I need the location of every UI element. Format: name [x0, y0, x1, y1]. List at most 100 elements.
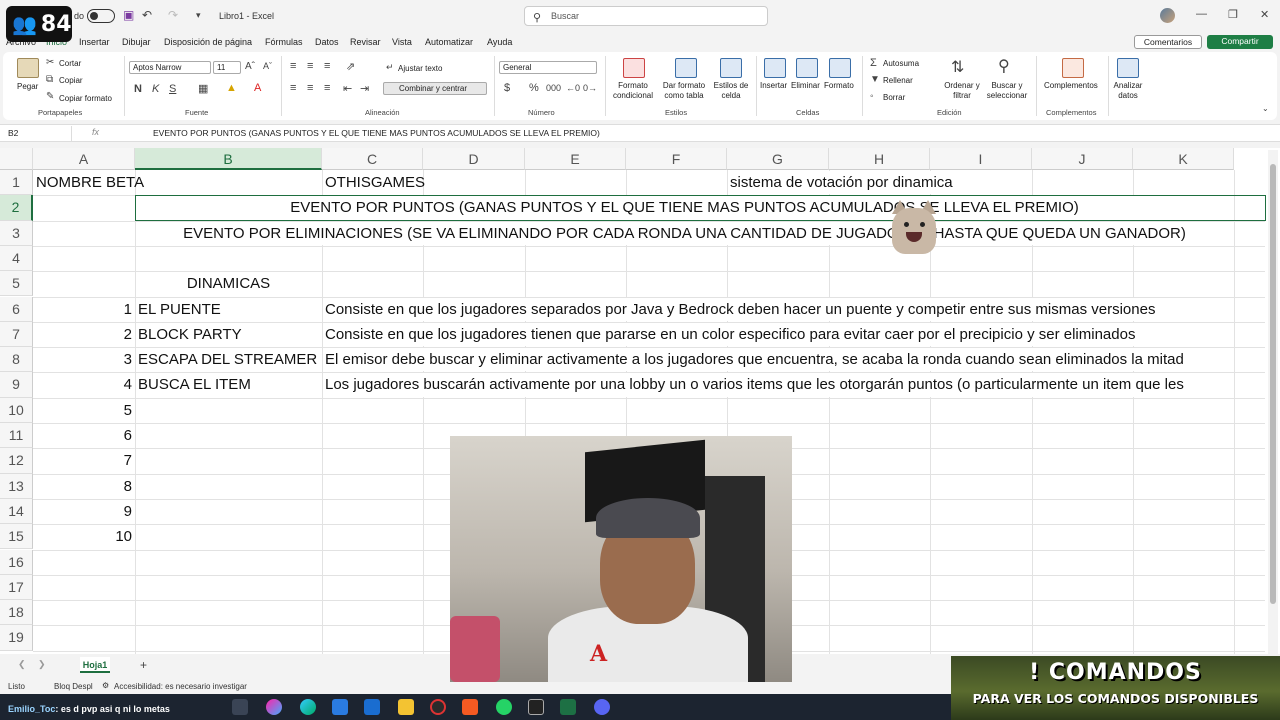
function-icon[interactable]: fx: [92, 127, 99, 137]
insert-cells-button[interactable]: Insertar: [760, 81, 787, 90]
cell-b6[interactable]: EL PUENTE: [138, 297, 221, 322]
align-bottom-icon[interactable]: ≡: [324, 60, 330, 72]
insert-cells-icon[interactable]: [764, 58, 786, 78]
store-icon[interactable]: [332, 699, 348, 715]
row-header-11[interactable]: 11: [0, 423, 33, 449]
tab-vista[interactable]: Vista: [392, 37, 412, 47]
formula-input[interactable]: EVENTO POR PUNTOS (GANAS PUNTOS Y EL QUE…: [153, 128, 600, 138]
cell-c7[interactable]: Consiste en que los jugadores tienen que…: [325, 322, 1266, 347]
row-header-5[interactable]: 5: [0, 271, 33, 297]
column-header-i[interactable]: I: [930, 148, 1032, 170]
cell-a13[interactable]: 8: [33, 474, 132, 499]
scrollbar-thumb[interactable]: [1270, 164, 1276, 604]
cell-b5[interactable]: DINAMICAS: [135, 271, 322, 296]
tab-insertar[interactable]: Insertar: [79, 37, 110, 47]
cell-c8[interactable]: El emisor debe buscar y eliminar activam…: [325, 347, 1266, 372]
save-icon[interactable]: ▣: [123, 8, 134, 22]
maximize-icon[interactable]: ❐: [1228, 8, 1238, 21]
redo-icon[interactable]: ↷: [168, 8, 178, 22]
fill-color-icon[interactable]: ▲: [226, 82, 237, 94]
decrease-indent-icon[interactable]: ⇤: [343, 82, 352, 95]
paste-icon[interactable]: [17, 58, 39, 78]
cell-c1[interactable]: OTHISGAMES: [325, 170, 425, 195]
avatar[interactable]: [1160, 8, 1175, 23]
cell-b7[interactable]: BLOCK PARTY: [138, 322, 242, 347]
prev-sheet-icon[interactable]: ❮: [18, 659, 26, 670]
delete-cells-icon[interactable]: [796, 58, 818, 78]
cell-a14[interactable]: 9: [33, 499, 132, 524]
whatsapp-icon[interactable]: [496, 699, 512, 715]
percent-icon[interactable]: %: [529, 82, 539, 94]
tab-formulas[interactable]: Fórmulas: [265, 37, 303, 47]
add-sheet-icon[interactable]: +: [140, 658, 147, 672]
analyze-data-button[interactable]: Analizar datos: [1112, 81, 1144, 101]
excel-taskbar-icon[interactable]: [560, 699, 576, 715]
underline-icon[interactable]: S: [169, 83, 176, 95]
row-header-1[interactable]: 1: [0, 170, 33, 196]
row-header-7[interactable]: 7: [0, 321, 33, 348]
column-header-c[interactable]: C: [322, 148, 423, 170]
row-header-15[interactable]: 15: [0, 524, 33, 550]
cell-styles-button[interactable]: Estilos de celda: [712, 81, 750, 101]
row-header-4[interactable]: 4: [0, 245, 33, 272]
row-header-9[interactable]: 9: [0, 372, 33, 398]
increase-decimal-icon[interactable]: ←0: [566, 83, 580, 93]
conditional-format-icon[interactable]: [623, 58, 645, 78]
undo-icon[interactable]: ↶: [142, 8, 152, 22]
column-header-k[interactable]: K: [1133, 148, 1234, 170]
column-header-a[interactable]: A: [33, 148, 135, 170]
row-header-6[interactable]: 6: [0, 296, 33, 322]
cell-a7[interactable]: 2: [33, 322, 132, 347]
row-header-13[interactable]: 13: [0, 473, 33, 499]
cell-a6[interactable]: 1: [33, 297, 132, 322]
conditional-format-button[interactable]: Formato condicional: [612, 81, 654, 101]
cell-b8[interactable]: ESCAPA DEL STREAMER: [138, 347, 317, 372]
row-header-10[interactable]: 10: [0, 397, 33, 423]
customize-toolbar-icon[interactable]: ▾: [196, 10, 201, 21]
autosave-toggle[interactable]: [87, 9, 115, 23]
number-format-select[interactable]: General: [499, 61, 597, 74]
outlook-icon[interactable]: [364, 699, 380, 715]
find-icon[interactable]: ⚲: [998, 56, 1010, 76]
tab-disposicion[interactable]: Disposición de página: [164, 37, 252, 47]
column-header-h[interactable]: H: [829, 148, 930, 170]
column-header-b[interactable]: B: [135, 148, 322, 170]
name-box[interactable]: B2: [4, 126, 72, 141]
capcut-icon[interactable]: [528, 699, 544, 715]
search-input[interactable]: ⚲ Buscar: [524, 6, 768, 26]
autosum-button[interactable]: Autosuma: [883, 59, 919, 68]
sort-filter-button[interactable]: Ordenar y filtrar: [944, 81, 980, 101]
cell-b3[interactable]: EVENTO POR ELIMINACIONES (SE VA ELIMINAN…: [135, 221, 1234, 246]
format-cells-icon[interactable]: [829, 58, 851, 78]
cell-a1[interactable]: NOMBRE BETA: [36, 170, 144, 195]
column-header-f[interactable]: F: [626, 148, 727, 170]
minimize-icon[interactable]: —: [1196, 8, 1207, 20]
column-header-j[interactable]: J: [1032, 148, 1133, 170]
fill-button[interactable]: Rellenar: [883, 76, 913, 85]
sheet-tab-hoja1[interactable]: Hoja1: [80, 657, 110, 673]
addins-button[interactable]: Complementos: [1044, 81, 1098, 90]
row-header-14[interactable]: 14: [0, 498, 33, 525]
format-as-table-button[interactable]: Dar formato como tabla: [661, 81, 707, 101]
discord-icon[interactable]: [594, 699, 610, 715]
cell-a9[interactable]: 4: [33, 372, 132, 397]
clear-button[interactable]: Borrar: [883, 93, 905, 102]
wrap-text-button[interactable]: Ajustar texto: [398, 64, 442, 73]
align-right-icon[interactable]: ≡: [324, 82, 330, 94]
row-header-16[interactable]: 16: [0, 549, 33, 575]
cell-a15[interactable]: 10: [33, 524, 132, 549]
row-header-3[interactable]: 3: [0, 220, 33, 246]
row-header-19[interactable]: 19: [0, 625, 33, 651]
cell-a10[interactable]: 5: [33, 398, 132, 423]
borders-icon[interactable]: ▦: [198, 82, 208, 95]
edge-icon[interactable]: [300, 699, 316, 715]
comments-button[interactable]: Comentarios: [1134, 35, 1202, 49]
merge-center-button[interactable]: Combinar y centrar: [383, 82, 487, 95]
orientation-icon[interactable]: ⇗: [346, 60, 355, 73]
select-all-corner[interactable]: [0, 148, 33, 170]
cell-a11[interactable]: 6: [33, 423, 132, 448]
row-header-2[interactable]: 2: [0, 195, 33, 221]
next-sheet-icon[interactable]: ❯: [38, 659, 46, 670]
bold-icon[interactable]: N: [134, 83, 142, 95]
decrease-decimal-icon[interactable]: 0→: [583, 83, 597, 93]
